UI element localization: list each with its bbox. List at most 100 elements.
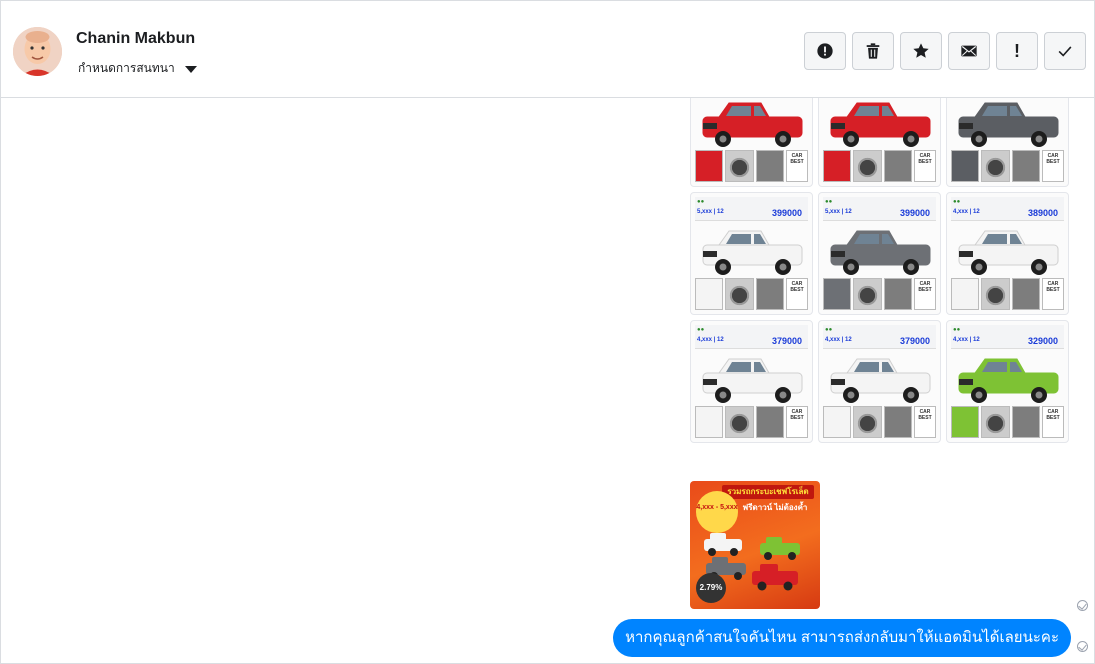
wheel-thumbnail [725, 150, 754, 182]
assign-conversation-label: กำหนดการสนทนา [78, 61, 175, 75]
delete-button[interactable] [852, 32, 894, 70]
pickup-truck-icon [958, 230, 1059, 275]
thumbnail [695, 406, 724, 438]
conversation-actions: ! [804, 32, 1086, 70]
mark-important-button[interactable]: ! [996, 32, 1038, 70]
promo-image[interactable]: รวมรถกระบะเชฟโรเล็ต 4,xxx - 5,xxx ฟรีดาว… [690, 481, 820, 609]
trash-icon [866, 43, 880, 59]
thumbnail [755, 150, 784, 182]
listing-price: 379000 [899, 336, 930, 346]
listing-installment: 4,xxx | 12 [953, 209, 980, 215]
thumbnail [823, 406, 852, 438]
message-bubble[interactable]: หากคุณลูกค้าสนใจคันไหน สามารถส่งกลับมาให… [613, 619, 1071, 657]
contact-name[interactable]: Chanin Makbun [76, 30, 195, 48]
car-listing-image[interactable]: ●● 4,xxx | 12 379000 CAR BEST [690, 320, 813, 443]
thumbnail [695, 278, 724, 310]
car-badge-icon: CAR BEST [1041, 406, 1064, 438]
avatar[interactable] [13, 27, 62, 76]
assign-conversation-dropdown[interactable]: กำหนดการสนทนา [78, 59, 197, 78]
car-badge-icon: CAR BEST [785, 278, 808, 310]
pickup-truck-icon [702, 358, 803, 403]
thumbnail [883, 278, 912, 310]
car-listing-image[interactable]: ●● 4,xxx | 12 379000 CAR BEST [818, 320, 941, 443]
car-badge-icon: CAR BEST [785, 406, 808, 438]
exclamation-icon: ! [1014, 41, 1020, 61]
mark-spam-button[interactable] [804, 32, 846, 70]
wheel-thumbnail [725, 278, 754, 310]
listing-thumbnails: CAR BEST [695, 150, 808, 182]
listing-thumbnails: CAR BEST [951, 150, 1064, 182]
listing-price: 399000 [899, 208, 930, 218]
wheel-thumbnail [981, 406, 1010, 438]
conversation-panel: Chanin Makbun กำหนดการสนทนา ! CAR BEST C… [0, 0, 1095, 664]
listing-installment: 4,xxx | 12 [953, 337, 980, 343]
listing-thumbnails: CAR BEST [695, 278, 808, 310]
thumbnail [951, 150, 980, 182]
listing-installment: 5,xxx | 12 [825, 209, 852, 215]
pickup-truck-icon [702, 230, 803, 275]
thumbnail [883, 406, 912, 438]
pickup-truck-icon [830, 102, 931, 147]
car-listing-image[interactable]: ●●5,xxx | 12399000CARBEST [690, 192, 813, 315]
alert-circle-icon [817, 43, 833, 59]
star-button[interactable] [900, 32, 942, 70]
pickup-truck-icon [958, 358, 1059, 403]
mark-done-button[interactable] [1044, 32, 1086, 70]
caret-down-icon [184, 65, 197, 73]
check-icon [1058, 46, 1072, 57]
listing-installment: 4,xxx | 12 [697, 337, 724, 343]
promo-subtitle: ฟรีดาวน์ ไม่ต้องค้ำ [742, 503, 808, 512]
car-listing-image[interactable]: ●● 4,xxx | 12 329000 CAR BEST [946, 320, 1069, 443]
car-listing-image[interactable]: ●●5,xxx | 12399000CARBEST [946, 98, 1069, 187]
envelope-icon [961, 45, 977, 57]
car-badge-icon: CAR BEST [913, 150, 936, 182]
user-photo-icon [13, 27, 62, 76]
pickup-truck-icon [958, 102, 1059, 147]
dealer-logo-icon: ●● [953, 327, 961, 333]
thumbnail [951, 406, 980, 438]
listing-thumbnails: CAR BEST [823, 150, 936, 182]
listing-price: 329000 [1027, 336, 1058, 346]
thumbnail [755, 406, 784, 438]
wheel-thumbnail [981, 150, 1010, 182]
car-badge-icon: CAR BEST [913, 278, 936, 310]
thumbnail [823, 278, 852, 310]
dealer-logo-icon: ●● [825, 327, 833, 333]
thumbnail [1011, 278, 1040, 310]
listing-installment: 4,xxx | 12 [825, 337, 852, 343]
car-listing-image[interactable]: ●● 5,xxx | 12 399000 CARBEST [818, 192, 941, 315]
pickup-truck-icon [702, 102, 803, 147]
star-icon [913, 43, 929, 58]
message-thread[interactable]: ●●5,xxx | 12439000CARBEST●●5,xxx | 12419… [1, 98, 1094, 663]
thumbnail [1011, 150, 1040, 182]
thumbnail [883, 150, 912, 182]
car-listing-image[interactable]: ●● 4,xxx | 12 389000 CAR BEST [946, 192, 1069, 315]
car-badge-icon: CAR BEST [1041, 278, 1064, 310]
car-badge-icon: CAR BEST [1041, 150, 1064, 182]
dealer-logo-icon: ●● [825, 199, 833, 205]
pickup-truck-icon [830, 358, 931, 403]
car-listing-image[interactable]: ●●5,xxx | 12419000CARBEST [818, 98, 941, 187]
promo-rate-badge: 2.79% [696, 573, 726, 603]
car-badge-icon: CAR BEST [785, 150, 808, 182]
dealer-logo-icon: ●● [697, 327, 705, 333]
listing-price: 379000 [771, 336, 802, 346]
seen-check-icon [1077, 641, 1088, 652]
listing-price: 399000 [771, 208, 802, 218]
car-listing-image[interactable]: ●●5,xxx | 12439000CARBEST [690, 98, 813, 187]
wheel-thumbnail [853, 278, 882, 310]
seen-check-icon [1077, 600, 1088, 611]
thumbnail [823, 150, 852, 182]
car-listing-gallery: ●●5,xxx | 12439000CARBEST●●5,xxx | 12419… [690, 98, 1069, 443]
conversation-header: Chanin Makbun กำหนดการสนทนา ! [1, 1, 1094, 98]
wheel-thumbnail [725, 406, 754, 438]
listing-thumbnails: CAR BEST [823, 278, 936, 310]
thumbnail [1011, 406, 1040, 438]
listing-thumbnails: CAR BEST [823, 406, 936, 438]
wheel-thumbnail [853, 406, 882, 438]
wheel-thumbnail [981, 278, 1010, 310]
listing-thumbnails: CAR BEST [951, 406, 1064, 438]
listing-thumbnails: CAR BEST [951, 278, 1064, 310]
mark-unread-button[interactable] [948, 32, 990, 70]
car-badge-icon: CAR BEST [913, 406, 936, 438]
